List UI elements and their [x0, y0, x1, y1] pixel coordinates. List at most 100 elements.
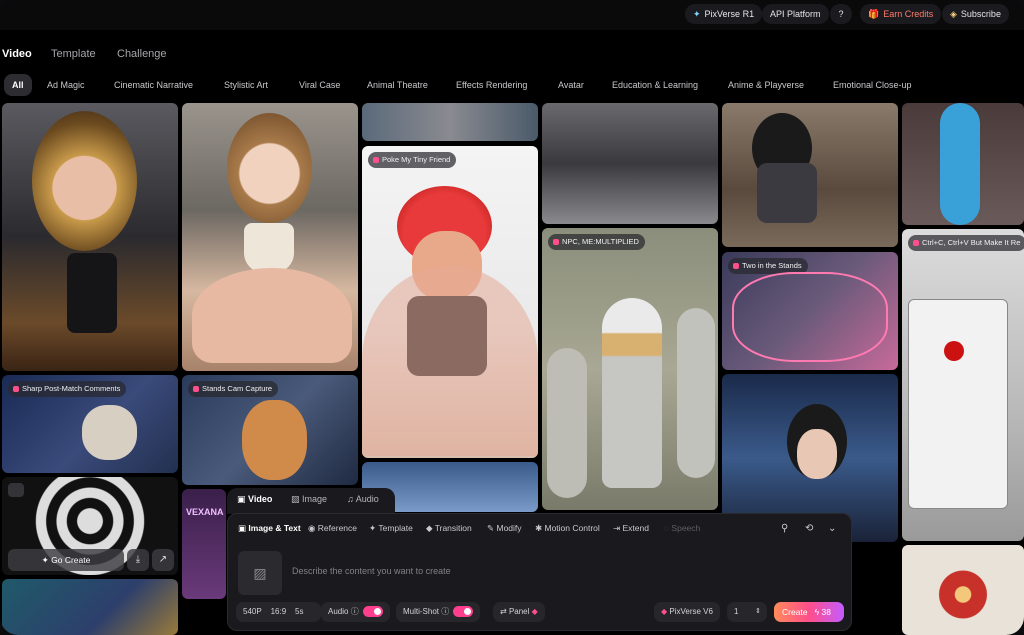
share-icon[interactable]: ↗	[152, 549, 174, 571]
category-ad-magic[interactable]: Ad Magic	[47, 74, 85, 96]
heart-frame-shape	[732, 272, 888, 362]
tool-motion-control[interactable]: ✱ Motion Control	[535, 523, 600, 534]
hand-shape	[362, 266, 538, 456]
gallery-tile[interactable]: Two in the Stands	[722, 252, 898, 370]
audio-switch[interactable]	[362, 606, 383, 618]
video-icon: ▣	[237, 494, 249, 504]
hand-shape	[192, 268, 352, 363]
info-icon: ⓘ	[441, 607, 450, 616]
image-upload-icon: ▨	[253, 565, 267, 581]
multishot-toggle[interactable]: Multi-Shot ⓘ	[396, 602, 481, 622]
category-effects-rendering[interactable]: Effects Rendering	[456, 74, 527, 96]
mode-tab-image[interactable]: ▨ Image	[291, 494, 327, 505]
prompt-composer: ▣ Image & Text ◉ Reference ✦ Template ◆ …	[227, 513, 852, 631]
category-avatar[interactable]: Avatar	[558, 74, 584, 96]
earn-credits-button[interactable]: 🎁 Earn Credits	[860, 4, 942, 24]
gallery-tile[interactable]	[542, 103, 718, 224]
panel-button[interactable]: ⇄ Panel ◆	[493, 602, 545, 622]
category-viral-case[interactable]: Viral Case	[299, 74, 340, 96]
tab-video[interactable]: Video	[2, 44, 32, 64]
category-all[interactable]: All	[4, 74, 32, 96]
figurine-body-shape	[67, 253, 117, 333]
figurine-dress-shape	[244, 223, 294, 273]
tool-template[interactable]: ✦ Template	[369, 523, 413, 534]
figurine-head-shape	[32, 111, 137, 251]
gallery-tile[interactable]: VEXANA	[182, 489, 226, 599]
category-cinematic-narrative[interactable]: Cinematic Narrative	[114, 74, 193, 96]
gallery-tile[interactable]	[2, 579, 178, 635]
help-icon: ?	[838, 9, 844, 19]
sliders-icon: ⇄	[500, 607, 509, 616]
image-text-icon: ▣	[238, 523, 249, 533]
create-button[interactable]: Create ϟ 38	[774, 602, 844, 622]
gallery-tile[interactable]	[2, 103, 178, 371]
gallery-tile[interactable]: Ctrl+C, Ctrl+V But Make It Re	[902, 229, 1024, 541]
category-anime-playverse[interactable]: Anime & Playverse	[728, 74, 804, 96]
mode-tab-audio[interactable]: ♫ Audio	[347, 494, 379, 504]
tool-image-text[interactable]: ▣ Image & Text	[238, 523, 301, 534]
gallery-tile[interactable]: NPC, ME:MULTIPLIED	[542, 228, 718, 510]
audio-toggle[interactable]: Audio ⓘ	[321, 602, 390, 622]
category-education-learning[interactable]: Education & Learning	[612, 74, 698, 96]
gallery-tile[interactable]	[182, 103, 358, 371]
sparkle-icon: ✦	[41, 555, 52, 565]
tool-extend[interactable]: ⇥ Extend	[613, 523, 649, 534]
category-animal-theatre[interactable]: Animal Theatre	[367, 74, 428, 96]
figurine-head-shape	[227, 113, 312, 223]
transition-icon: ◆	[426, 523, 435, 533]
model-badge-button[interactable]: ✦ PixVerse R1	[685, 4, 763, 24]
tile-label: NPC, ME:MULTIPLIED	[548, 234, 645, 250]
composer-mode-tabs: ▣ Video ▨ Image ♫ Audio	[227, 488, 395, 514]
prompt-input[interactable]: Describe the content you want to create	[292, 566, 451, 576]
tool-reference[interactable]: ◉ Reference	[308, 523, 357, 534]
info-icon: ⓘ	[350, 607, 359, 616]
category-stylistic-art[interactable]: Stylistic Art	[224, 74, 268, 96]
bolt-icon: ϟ	[814, 607, 820, 617]
gallery-tile[interactable]: Poke My Tiny Friend	[362, 146, 538, 458]
multishot-switch[interactable]	[453, 606, 474, 618]
gallery-tile[interactable]	[722, 103, 898, 247]
tile-label: Stands Cam Capture	[188, 381, 279, 397]
face-shape	[797, 429, 837, 479]
diamond-icon: ◆	[531, 607, 538, 616]
magic-wand-icon[interactable]: ⚲	[781, 523, 788, 534]
chevron-down-icon[interactable]: ⌄	[828, 523, 836, 534]
gallery-tile[interactable]	[362, 103, 538, 141]
video-settings-button[interactable]: 540P 16:9 5s	[236, 602, 321, 622]
cat-shape	[82, 405, 137, 460]
stepper-arrows-icon: ⇕	[755, 608, 761, 615]
tile-label: Sharp Post-Match Comments	[8, 381, 127, 397]
tab-challenge[interactable]: Challenge	[117, 44, 167, 64]
top-header: ✦ PixVerse R1 API Platform ? 🎁 Earn Credit…	[0, 0, 1024, 30]
tool-modify[interactable]: ✎ Modify	[487, 523, 522, 534]
app-window: ✦ PixVerse R1 API Platform ? 🎁 Earn Credit…	[0, 0, 1024, 635]
template-icon: ✦	[369, 523, 379, 533]
upload-image-button[interactable]: ▨	[238, 551, 282, 595]
audio-icon: ♫	[347, 494, 356, 504]
gallery-tile[interactable]	[902, 545, 1024, 635]
tool-speech: ◌ Speech	[664, 523, 701, 533]
printer-shape	[908, 299, 1008, 509]
gallery-tile[interactable]: Sharp Post-Match Comments	[2, 375, 178, 473]
api-platform-button[interactable]: API Platform	[762, 4, 829, 24]
mode-tab-video[interactable]: ▣ Video	[237, 494, 272, 505]
reset-icon[interactable]: ⟲	[805, 523, 813, 534]
person-shape	[757, 163, 817, 223]
model-selector[interactable]: ◆ PixVerse V6	[654, 602, 720, 622]
tab-template[interactable]: Template	[51, 44, 96, 64]
go-create-button[interactable]: ✦ Go Create	[8, 549, 124, 571]
poster-title: VEXANA	[186, 507, 224, 517]
expand-icon[interactable]	[8, 483, 24, 497]
gallery-tile[interactable]: Stands Cam Capture	[182, 375, 358, 485]
gift-icon: 🎁	[868, 9, 880, 19]
cat-shape	[242, 400, 307, 480]
download-icon[interactable]: ⤓	[127, 549, 149, 571]
tool-transition[interactable]: ◆ Transition	[426, 523, 472, 534]
person-shape	[547, 348, 587, 498]
gallery-tile[interactable]	[902, 103, 1024, 225]
count-stepper[interactable]: 1 ⇕	[727, 602, 767, 622]
subscribe-button[interactable]: ◈ Subscribe	[942, 4, 1009, 24]
help-button[interactable]: ?	[830, 4, 852, 24]
apple-shape	[944, 341, 964, 361]
category-emotional-closeup[interactable]: Emotional Close-up	[833, 74, 912, 96]
